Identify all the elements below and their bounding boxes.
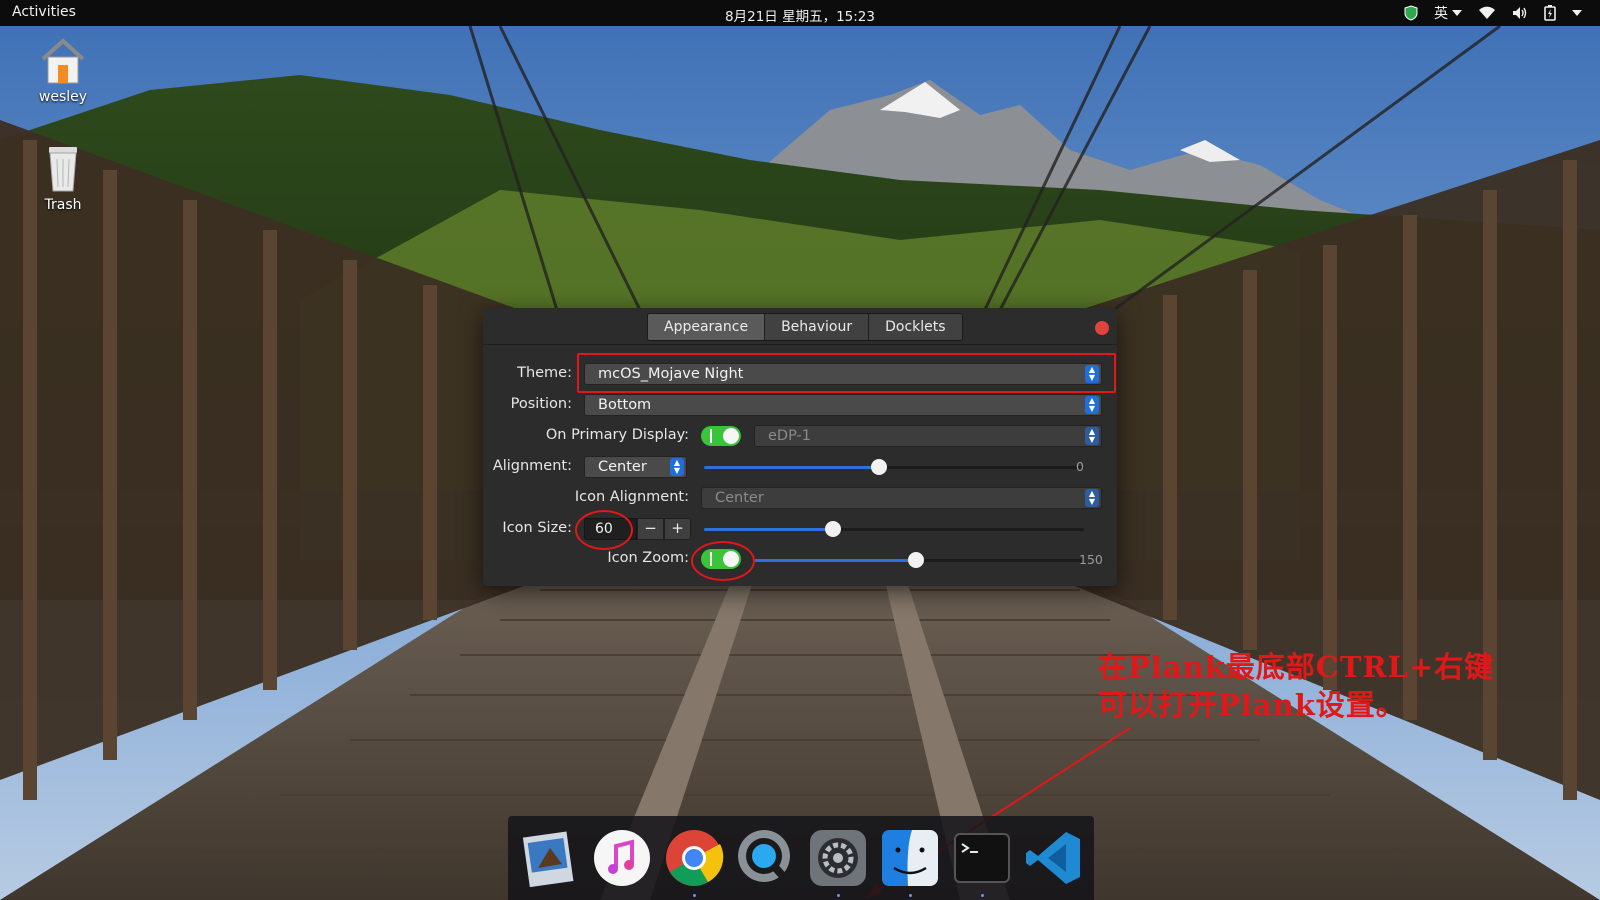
running-indicator-dot: [837, 894, 840, 897]
system-preferences-icon[interactable]: [808, 828, 868, 888]
quicktime-icon[interactable]: [736, 828, 796, 888]
vscode-icon[interactable]: [1024, 828, 1084, 888]
mail-icon[interactable]: [520, 828, 580, 888]
finder-icon[interactable]: [880, 828, 940, 888]
running-indicator-dot: [909, 894, 912, 897]
music-icon[interactable]: [592, 828, 652, 888]
plank-dock: [508, 816, 1094, 900]
chrome-icon[interactable]: [664, 828, 724, 888]
running-indicator-dot: [693, 894, 696, 897]
running-indicator-dot: [981, 894, 984, 897]
terminal-icon[interactable]: [952, 828, 1012, 888]
annotation-arrow: [866, 727, 1131, 898]
